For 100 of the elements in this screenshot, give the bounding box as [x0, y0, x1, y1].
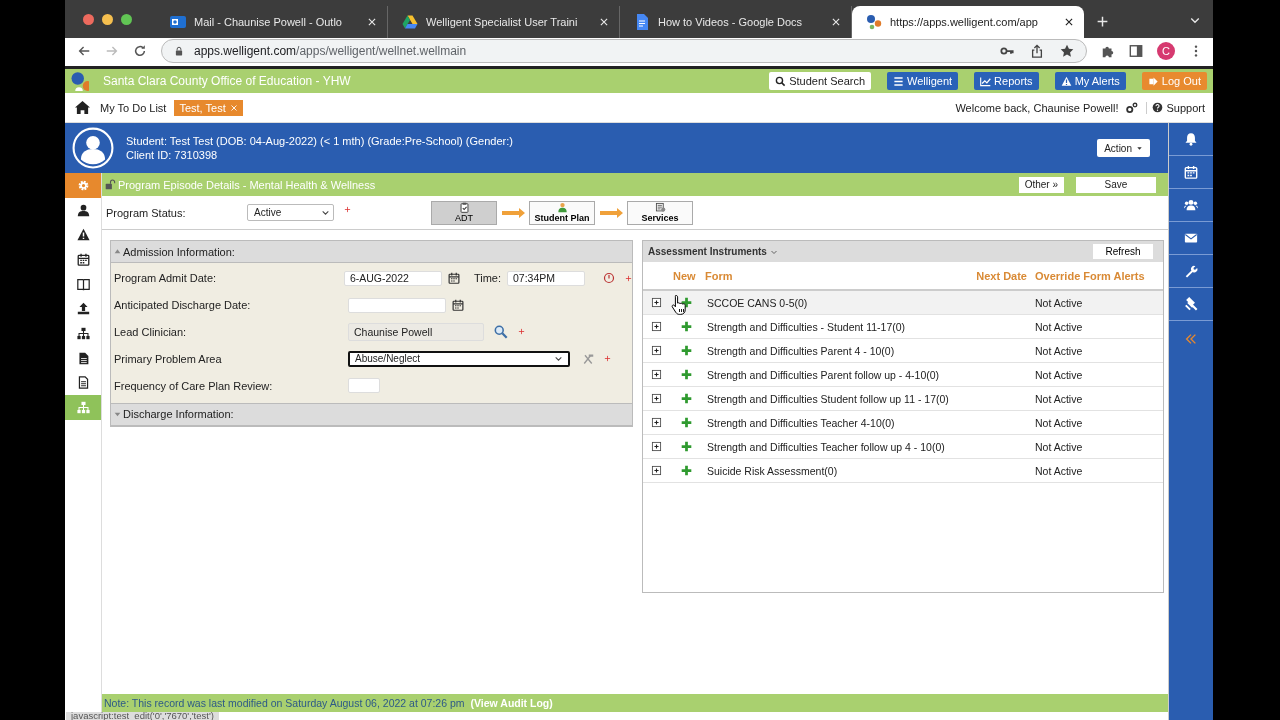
table-cell-text: Not Active: [1035, 320, 1084, 333]
field-label: Program Admit Date:: [114, 272, 218, 285]
step-button[interactable]: Student Plan: [529, 200, 595, 225]
expand-icon[interactable]: [650, 345, 662, 356]
collapse-icon: [113, 247, 122, 256]
table-cell-text: Strength and Difficulties - Student 11-17(0): [706, 320, 907, 333]
window-control-icon[interactable]: [83, 13, 94, 25]
table-row[interactable]: Strength and Difficulties Parent 4 - 10(0) Not Active: [643, 339, 1163, 363]
header-button[interactable]: Welligent: [887, 72, 959, 90]
star-icon[interactable]: [1060, 44, 1074, 58]
calendar-icon[interactable]: [447, 272, 460, 285]
share-icon[interactable]: [1030, 44, 1044, 58]
reload-icon[interactable]: [133, 44, 147, 58]
unlock-icon: [105, 179, 116, 190]
header-button[interactable]: Reports: [974, 72, 1039, 90]
welcome-text: Welcome back, Chaunise Powell!: [955, 101, 1119, 114]
header-button[interactable]: Student Search: [769, 72, 872, 90]
expand-icon: [113, 410, 122, 419]
field-label: Program Status:: [106, 206, 187, 219]
address-bar[interactable]: apps.welligent.com/apps/welligent/wellnet.wellmain: [161, 39, 1087, 63]
table-cell-text: Strength and Difficulties Teacher 4-10(0): [706, 416, 896, 429]
person-icon: [76, 203, 90, 217]
gear-icon: [76, 178, 90, 192]
gavel-icon[interactable]: [1184, 297, 1198, 311]
table-cell-text: Not Active: [1035, 344, 1084, 357]
table-row[interactable]: SCCOE CANS 0-5(0) Not Active: [643, 291, 1163, 315]
header-button[interactable]: My Alerts: [1054, 72, 1126, 90]
expand-icon[interactable]: [650, 393, 662, 404]
bell-icon[interactable]: [1184, 132, 1198, 146]
support-link[interactable]: Support: [1146, 101, 1205, 114]
table-cell-text: Strength and Difficulties Parent follow up - 4-10(0): [706, 368, 941, 381]
expand-icon[interactable]: [650, 465, 662, 476]
search-icon[interactable]: [494, 325, 508, 339]
section-title: Program Episode Details - Mental Health & Wellness: [118, 178, 376, 191]
file-icon: [76, 351, 90, 365]
table-row[interactable]: Suicide Risk Assessment(0) Not Active: [643, 459, 1163, 483]
refresh-button[interactable]: Refresh: [1093, 244, 1153, 259]
input-field[interactable]: [348, 378, 380, 394]
table-cell-text: Strength and Difficulties Parent 4 - 10(0): [706, 344, 896, 357]
close-icon[interactable]: [1064, 17, 1074, 27]
time-field[interactable]: 07:34PM: [507, 270, 585, 286]
chevron-icon: [554, 354, 563, 364]
home-icon[interactable]: [75, 100, 90, 115]
action-button[interactable]: Action: [1097, 139, 1150, 157]
table-row[interactable]: Strength and Difficulties Teacher 4-10(0) Not Active: [643, 411, 1163, 435]
expand-icon[interactable]: [650, 321, 662, 332]
expand-icon[interactable]: [650, 297, 662, 308]
table-cell-text: Not Active: [1035, 464, 1084, 477]
toolbar-button[interactable]: Save: [1076, 176, 1156, 193]
profile-avatar[interactable]: C: [1157, 42, 1175, 60]
window-control-icon[interactable]: [102, 13, 113, 25]
new-tab-icon[interactable]: [1096, 15, 1109, 28]
nav-link[interactable]: My To Do List: [100, 101, 167, 114]
table-row[interactable]: Strength and Difficulties Teacher follow up 4 - 10(0) Not Active: [643, 435, 1163, 459]
field-label: Primary Problem Area: [114, 352, 223, 365]
mail-app-icon: [170, 14, 186, 30]
caret-icon: [1136, 144, 1143, 152]
toolbar-button[interactable]: Other »: [1018, 176, 1064, 193]
dots-logo-icon: [69, 71, 89, 91]
warning-icon: [1060, 75, 1072, 87]
section-header[interactable]: Discharge Information:: [111, 404, 632, 426]
field-label: Frequency of Care Plan Review:: [114, 379, 274, 392]
status-select[interactable]: Active: [247, 204, 334, 221]
side-panel-icon[interactable]: [1129, 44, 1143, 58]
table-row[interactable]: Strength and Difficulties - Student 11-17(0) Not Active: [643, 315, 1163, 339]
gears-icon[interactable]: [1126, 101, 1139, 114]
select-field[interactable]: Abuse/Neglect: [348, 350, 570, 367]
table-row[interactable]: Strength and Difficulties Parent follow up - 4-10(0) Not Active: [643, 363, 1163, 387]
document-icon: [634, 14, 650, 30]
step-button[interactable]: ADT: [431, 200, 497, 225]
table-row[interactable]: Strength and Difficulties Student follow up 11 - 17(0) Not Active: [643, 387, 1163, 411]
upload-icon: [76, 302, 90, 316]
table-cell-text: Strength and Difficulties Teacher follow up 4 - 10(0): [706, 440, 946, 453]
column-header: Form: [705, 269, 734, 282]
panel-title[interactable]: Assessment Instruments: [648, 246, 778, 257]
clock-icon[interactable]: [603, 272, 615, 285]
step-button[interactable]: Services: [627, 200, 693, 225]
column-header: New: [672, 269, 697, 282]
document-icon: [654, 202, 666, 213]
users-icon[interactable]: [1184, 198, 1198, 212]
expand-icon[interactable]: [650, 369, 662, 380]
warning-icon: [76, 228, 90, 242]
extensions-icon[interactable]: [1101, 44, 1115, 58]
calendar-icon[interactable]: [452, 299, 464, 312]
section-header[interactable]: Admission Information:: [111, 241, 632, 263]
client-id: Client ID: 7310398: [126, 148, 219, 162]
mail-icon[interactable]: [1184, 231, 1198, 245]
avatar-icon: [72, 127, 114, 169]
back-icon[interactable]: [77, 44, 91, 58]
window-control-icon[interactable]: [121, 13, 132, 25]
expand-icon[interactable]: [650, 417, 662, 428]
column-header: Next Date: [975, 269, 1028, 282]
browser-tab[interactable]: https://apps.welligent.com/app: [852, 6, 1084, 38]
date-field[interactable]: 6-AUG-2022: [343, 270, 442, 286]
lock-icon: [174, 46, 184, 56]
wrench-icon[interactable]: [1184, 264, 1198, 278]
date-field[interactable]: [348, 297, 446, 313]
menu-icon: [893, 75, 905, 87]
expand-icon[interactable]: [650, 441, 662, 452]
search-icon: [775, 75, 787, 87]
